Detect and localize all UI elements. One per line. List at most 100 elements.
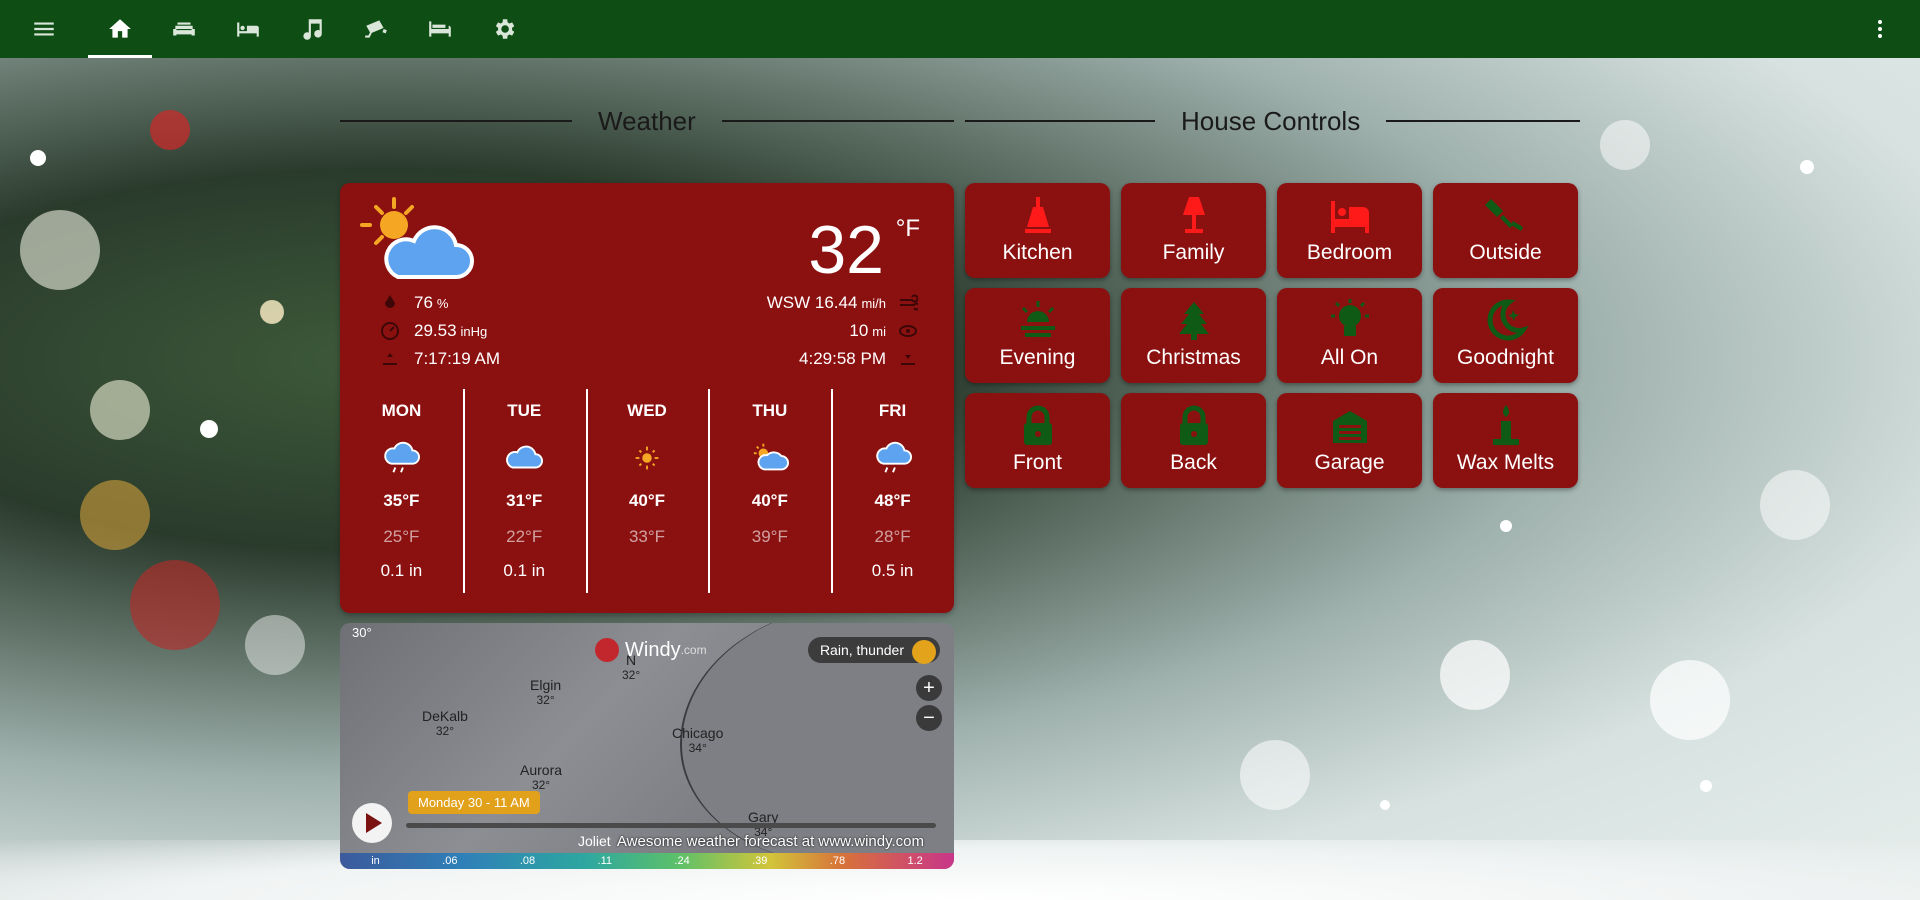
scale-label: .78 <box>829 855 846 867</box>
control-bedroom-button[interactable]: Bedroom <box>1277 183 1422 278</box>
divider <box>721 120 954 122</box>
wind-icon <box>900 294 918 311</box>
home-icon <box>109 19 131 38</box>
humidity-value: 76 <box>414 293 433 312</box>
bed-empty-icon <box>429 21 451 37</box>
wind-row: WSW 16.44 mi/h <box>767 289 918 317</box>
sunset-time: 4:29:58 PM <box>799 349 886 368</box>
lock-icon <box>1023 405 1052 445</box>
control-goodnight-button[interactable]: Goodnight <box>1433 288 1578 383</box>
forecast-day: MON 35°F 25°F 0.1 in <box>340 389 463 593</box>
house-controls-section-header: House Controls <box>965 103 1580 139</box>
tab-guest-room[interactable] <box>408 0 472 58</box>
forecast-day-name: THU <box>752 401 788 420</box>
wind-unit: mi/h <box>861 295 886 311</box>
divider <box>965 120 1155 122</box>
scale-label: in <box>371 855 380 867</box>
zoom-out-button[interactable]: − <box>916 705 942 731</box>
weather-section-header: Weather <box>340 103 954 139</box>
partly-cloudy-icon <box>753 443 789 471</box>
map-city-label: Aurora 32° <box>520 763 562 793</box>
scale-label: 1.2 <box>907 855 923 867</box>
overflow-menu-button[interactable] <box>1864 0 1896 58</box>
control-back-lock-button[interactable]: Back <box>1121 393 1266 488</box>
control-label: All On <box>1320 346 1379 369</box>
windy-logo[interactable]: Windy .com <box>595 638 707 662</box>
pressure-value: 29.53 <box>414 321 457 340</box>
precipitation-scale: in .06 .08 .11 .24 .39 .78 1.2 <box>340 853 954 869</box>
tab-bedroom[interactable] <box>216 0 280 58</box>
zoom-in-button[interactable]: + <box>916 675 942 701</box>
divider <box>1386 120 1580 122</box>
map-city-label: DeKalb 32° <box>422 709 468 739</box>
latitude-label: 30° <box>352 625 372 640</box>
map-city-label: Joliet <box>578 833 611 849</box>
timeline-slider[interactable] <box>406 823 936 828</box>
windy-map[interactable]: 30° Windy .com Rain, thunder + − Elgin 32°… <box>340 623 954 869</box>
lamp-icon <box>1182 197 1205 233</box>
tab-living-room[interactable] <box>152 0 216 58</box>
garage-icon <box>1332 411 1367 443</box>
control-outside-button[interactable]: Outside <box>1433 183 1578 278</box>
control-all-on-button[interactable]: All On <box>1277 288 1422 383</box>
forecast-time-badge: Monday 30 - 11 AM <box>408 791 540 814</box>
control-family-button[interactable]: Family <box>1121 183 1266 278</box>
weather-card[interactable]: 32 °F 76% 29.53 inHg 7:17:19 AM WSW 16.44… <box>340 183 954 613</box>
city-name: Aurora <box>520 762 563 778</box>
forecast-high: 48°F <box>874 491 911 510</box>
forecast-low: 33°F <box>628 527 666 546</box>
rain-cloud-icon <box>875 441 912 473</box>
control-garage-button[interactable]: Garage <box>1277 393 1422 488</box>
hamburger-menu-icon <box>34 22 54 36</box>
control-label: Christmas <box>1146 346 1241 369</box>
pressure-unit: inHg <box>460 323 488 339</box>
menu-button[interactable] <box>0 0 88 58</box>
tab-music[interactable] <box>280 0 344 58</box>
play-button[interactable] <box>352 803 392 843</box>
background <box>0 0 1920 900</box>
spotlight-icon <box>1484 199 1523 231</box>
rain-cloud-icon <box>384 441 421 473</box>
forecast-row: MON 35°F 25°F 0.1 in TUE 31°F 22°F 0.1 i… <box>340 389 954 593</box>
humidity-unit: % <box>436 295 449 311</box>
cloudy-icon <box>506 445 544 469</box>
gauge-icon <box>381 322 399 340</box>
control-label: Front <box>1012 451 1062 474</box>
control-wax-melts-button[interactable]: Wax Melts <box>1433 393 1578 488</box>
bed-icon <box>237 22 259 37</box>
control-evening-button[interactable]: Evening <box>965 288 1110 383</box>
humidity-row: 76% <box>380 289 500 317</box>
forecast-low: 39°F <box>751 527 788 546</box>
visibility-value: 10 <box>849 321 869 340</box>
partly-cloudy-icon <box>360 197 474 279</box>
city-temp: 32° <box>536 693 555 707</box>
control-christmas-button[interactable]: Christmas <box>1121 288 1266 383</box>
forecast-low: 25°F <box>383 527 420 546</box>
tab-settings[interactable] <box>472 0 536 58</box>
eye-icon <box>899 325 917 337</box>
scale-label: .06 <box>442 855 458 867</box>
windy-credit-link[interactable]: Awesome weather forecast at www.windy.co… <box>617 833 924 850</box>
temperature-unit: °F <box>895 215 920 242</box>
scale-label: .08 <box>519 855 536 867</box>
candle-icon <box>1492 405 1519 445</box>
scale-label: .24 <box>674 855 690 867</box>
forecast-low: 22°F <box>506 527 543 546</box>
current-temperature: 32 <box>808 212 884 288</box>
tab-security[interactable] <box>344 0 408 58</box>
wind-value: WSW 16.44 <box>766 293 858 312</box>
forecast-precipitation: 0.1 in <box>503 561 545 580</box>
map-city-label: Chicago 34° <box>672 726 723 756</box>
control-label: Outside <box>1469 241 1542 264</box>
house-controls-title: House Controls <box>1181 105 1361 136</box>
gear-icon <box>495 19 515 39</box>
control-kitchen-button[interactable]: Kitchen <box>965 183 1110 278</box>
control-front-lock-button[interactable]: Front <box>965 393 1110 488</box>
tab-home[interactable] <box>88 0 152 58</box>
forecast-precipitation: 0.1 in <box>380 561 423 580</box>
forecast-day: WED 40°F 33°F <box>585 389 709 593</box>
forecast-day-name: MON <box>381 401 422 420</box>
moon-icon <box>1487 299 1529 341</box>
layer-selector[interactable]: Rain, thunder <box>807 637 940 664</box>
forecast-day: TUE 31°F 22°F 0.1 in <box>462 389 586 593</box>
